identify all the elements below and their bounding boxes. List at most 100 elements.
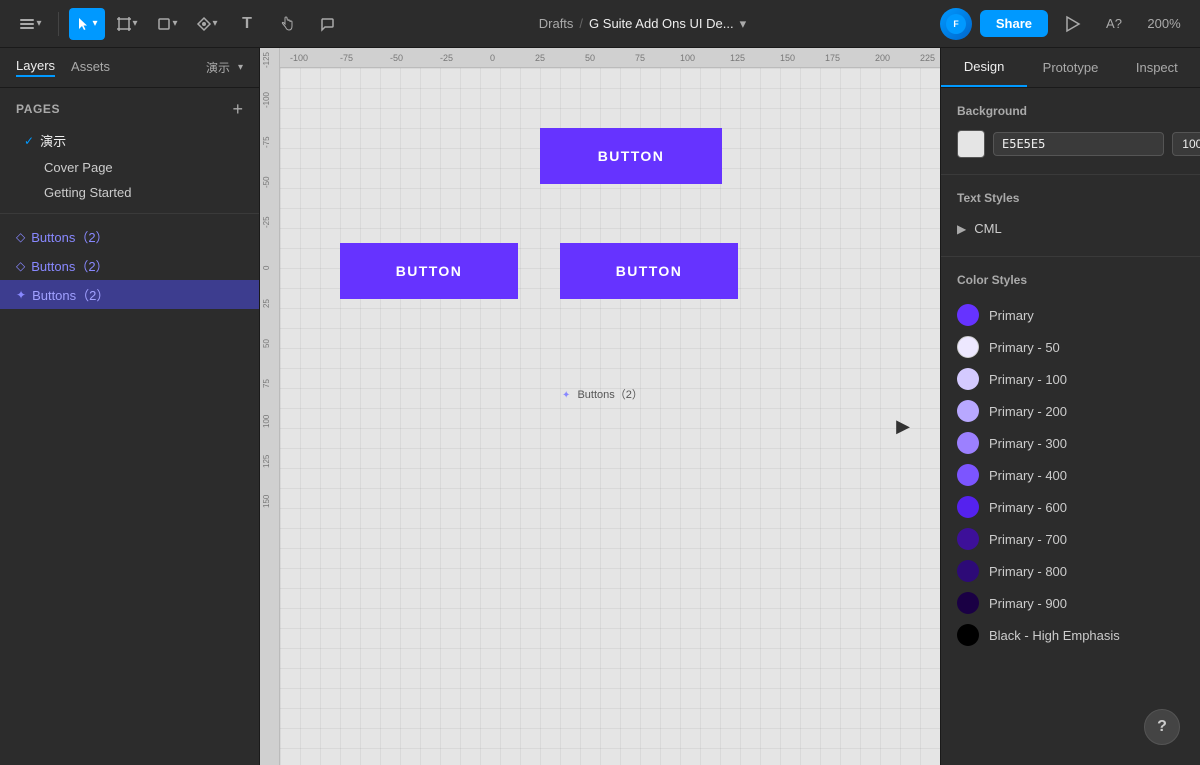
selection-label: ✦ Buttons（2） bbox=[562, 386, 643, 402]
page-item-cover[interactable]: Cover Page bbox=[16, 155, 243, 180]
color-label-primary-600: Primary - 600 bbox=[989, 500, 1067, 515]
toolbar-center: Drafts / G Suite Add Ons UI De... ▾ bbox=[349, 16, 936, 32]
color-style-primary-50[interactable]: Primary - 50 bbox=[957, 331, 1184, 363]
color-label-primary-300: Primary - 300 bbox=[989, 436, 1067, 451]
pages-section: Pages + ✓ 演示 Cover Page Getting Started bbox=[0, 88, 259, 214]
canvas-button-top[interactable]: BUTTON bbox=[540, 128, 722, 184]
text-style-arrow-icon: ▶ bbox=[957, 222, 966, 236]
tool-pen[interactable]: ▾ bbox=[189, 8, 225, 40]
panel-action-arrow[interactable]: ▾ bbox=[238, 62, 243, 73]
share-button[interactable]: Share bbox=[980, 10, 1048, 37]
page-check-icon: ✓ bbox=[24, 134, 34, 148]
help-button-top[interactable]: A? bbox=[1096, 8, 1132, 40]
tool-group-select: ▾ bbox=[69, 8, 105, 40]
breadcrumb-drafts[interactable]: Drafts bbox=[539, 16, 574, 31]
color-label-primary-800: Primary - 800 bbox=[989, 564, 1067, 579]
panel-action-label[interactable]: 演示 bbox=[206, 59, 230, 76]
layer-label-buttons1: Buttons（2） bbox=[31, 227, 108, 246]
page-label-getting-started: Getting Started bbox=[44, 185, 131, 200]
page-item-yanshi[interactable]: ✓ 演示 bbox=[16, 126, 243, 155]
color-label-black-high: Black - High Emphasis bbox=[989, 628, 1120, 643]
text-style-cml[interactable]: ▶ CML bbox=[957, 217, 1184, 240]
canvas-area[interactable]: -100 -75 -50 -25 0 25 50 75 100 125 150 … bbox=[260, 48, 940, 765]
toolbar-sep-1 bbox=[58, 12, 59, 36]
tool-main-menu[interactable]: ▾ bbox=[12, 8, 48, 40]
play-button[interactable] bbox=[1056, 8, 1088, 40]
tool-group-pen: ▾ bbox=[189, 8, 225, 40]
layer-item-buttons1[interactable]: ◇ Buttons（2） bbox=[0, 222, 259, 251]
color-dot-black-high bbox=[957, 624, 979, 646]
background-opacity-input[interactable] bbox=[1172, 132, 1200, 156]
tool-comment[interactable] bbox=[309, 8, 345, 40]
canvas-button-bottom-right[interactable]: BUTTON bbox=[560, 243, 738, 299]
canvas-button-bottom-left[interactable]: BUTTON bbox=[340, 243, 518, 299]
color-label-primary-700: Primary - 700 bbox=[989, 532, 1067, 547]
color-dot-primary-200 bbox=[957, 400, 979, 422]
tab-layers[interactable]: Layers bbox=[16, 58, 55, 77]
tool-group-shape: ▾ bbox=[149, 8, 185, 40]
tab-design[interactable]: Design bbox=[941, 48, 1027, 87]
main-area: Layers Assets 演示 ▾ Pages + ✓ 演示 Cover Pa… bbox=[0, 48, 1200, 765]
color-label-primary: Primary bbox=[989, 308, 1034, 323]
tab-prototype[interactable]: Prototype bbox=[1027, 48, 1113, 87]
color-dot-primary-100 bbox=[957, 368, 979, 390]
color-style-primary-200[interactable]: Primary - 200 bbox=[957, 395, 1184, 427]
tab-inspect[interactable]: Inspect bbox=[1114, 48, 1200, 87]
color-style-primary-900[interactable]: Primary - 900 bbox=[957, 587, 1184, 619]
text-style-label-cml: CML bbox=[974, 221, 1001, 236]
tool-text[interactable]: T bbox=[229, 8, 265, 40]
color-label-primary-900: Primary - 900 bbox=[989, 596, 1067, 611]
color-style-primary-300[interactable]: Primary - 300 bbox=[957, 427, 1184, 459]
color-label-primary-50: Primary - 50 bbox=[989, 340, 1060, 355]
color-dot-primary-600 bbox=[957, 496, 979, 518]
color-style-black-high[interactable]: Black - High Emphasis bbox=[957, 619, 1184, 651]
ruler-vertical: -125 -100 -75 -50 -25 0 25 50 75 100 125… bbox=[260, 48, 280, 765]
layer-item-buttons3[interactable]: ✦ Buttons（2） bbox=[0, 280, 259, 309]
color-style-primary[interactable]: Primary bbox=[957, 299, 1184, 331]
panel-tabs: Layers Assets 演示 ▾ bbox=[0, 48, 259, 88]
background-title: Background bbox=[957, 104, 1184, 118]
layer-label-buttons3: Buttons（2） bbox=[32, 285, 109, 304]
color-dot-primary bbox=[957, 304, 979, 326]
page-label-yanshi: 演示 bbox=[40, 131, 66, 150]
background-section: Background 👁 bbox=[941, 88, 1200, 175]
layer-item-buttons2[interactable]: ◇ Buttons（2） bbox=[0, 251, 259, 280]
color-dot-primary-700 bbox=[957, 528, 979, 550]
color-dot-primary-800 bbox=[957, 560, 979, 582]
tool-hand[interactable] bbox=[269, 8, 305, 40]
color-style-primary-700[interactable]: Primary - 700 bbox=[957, 523, 1184, 555]
toolbar: ▾ ▾ ▾ bbox=[0, 0, 1200, 48]
tool-shape[interactable]: ▾ bbox=[149, 8, 185, 40]
canvas-content: ✦ Buttons（2） BUTTON BUTTON BUTTON ▶ bbox=[280, 68, 940, 765]
background-color-swatch[interactable] bbox=[957, 130, 985, 158]
tool-group-main: ▾ bbox=[12, 8, 48, 40]
breadcrumb-separator: / bbox=[579, 16, 583, 31]
layers-section: ◇ Buttons（2） ◇ Buttons（2） ✦ Buttons（2） bbox=[0, 214, 259, 765]
color-style-primary-600[interactable]: Primary - 600 bbox=[957, 491, 1184, 523]
background-hex-input[interactable] bbox=[993, 132, 1164, 156]
color-label-primary-200: Primary - 200 bbox=[989, 404, 1067, 419]
color-style-primary-800[interactable]: Primary - 800 bbox=[957, 555, 1184, 587]
add-page-button[interactable]: + bbox=[232, 100, 243, 118]
color-dot-primary-400 bbox=[957, 464, 979, 486]
layer-diamond-icon-2: ◇ bbox=[16, 259, 25, 273]
color-dot-primary-300 bbox=[957, 432, 979, 454]
tool-frame[interactable]: ▾ bbox=[109, 8, 145, 40]
filename-dropdown-icon[interactable]: ▾ bbox=[740, 16, 747, 32]
svg-text:F: F bbox=[953, 19, 959, 29]
tool-select[interactable]: ▾ bbox=[69, 8, 105, 40]
ruler-horizontal: -100 -75 -50 -25 0 25 50 75 100 125 150 … bbox=[260, 48, 940, 68]
avatar-button[interactable]: F bbox=[940, 8, 972, 40]
pages-title: Pages bbox=[16, 102, 60, 116]
tab-assets[interactable]: Assets bbox=[71, 59, 110, 76]
color-styles-section: Color Styles Primary Primary - 50 Primar… bbox=[941, 257, 1200, 667]
color-style-primary-100[interactable]: Primary - 100 bbox=[957, 363, 1184, 395]
color-styles-title: Color Styles bbox=[957, 273, 1184, 287]
color-style-primary-400[interactable]: Primary - 400 bbox=[957, 459, 1184, 491]
text-styles-section: Text Styles ▶ CML bbox=[941, 175, 1200, 257]
right-tabs: Design Prototype Inspect bbox=[941, 48, 1200, 88]
page-item-getting-started[interactable]: Getting Started bbox=[16, 180, 243, 205]
help-button[interactable]: ? bbox=[1144, 709, 1180, 745]
color-dot-primary-900 bbox=[957, 592, 979, 614]
zoom-level[interactable]: 200% bbox=[1140, 16, 1188, 31]
